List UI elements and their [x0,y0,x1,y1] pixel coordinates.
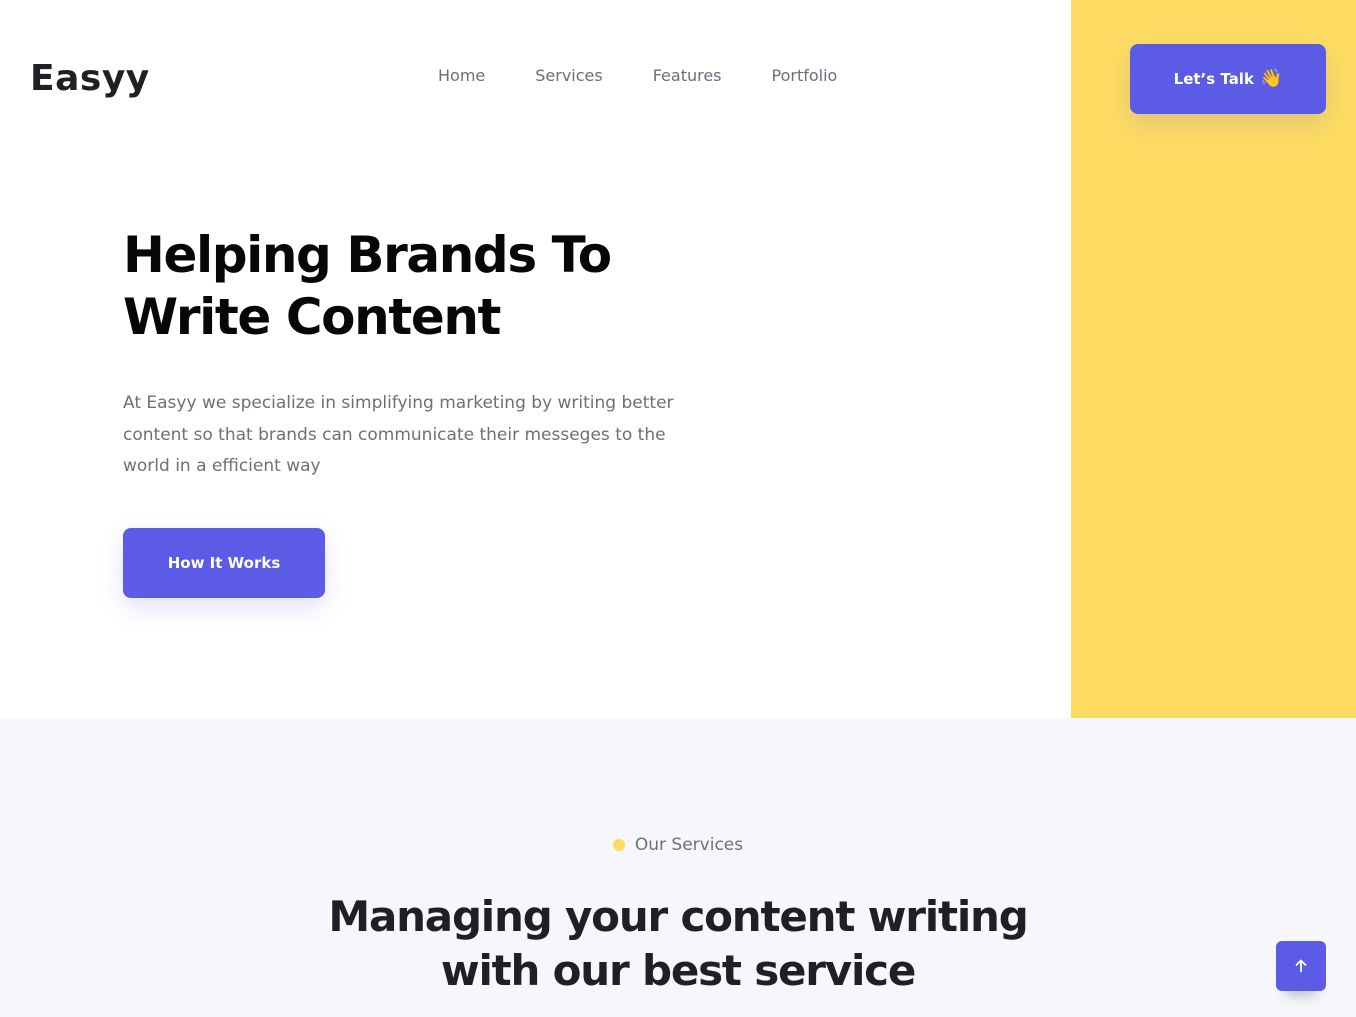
hero-title-line-1: Helping Brands To [123,226,612,284]
hero-title: Helping Brands To Write Content [123,224,743,348]
services-title-line-1: Managing your content writing [328,892,1028,941]
nav-home[interactable]: Home [438,66,485,85]
services-title-prefix: with our [440,946,630,995]
hero-description: At Easyy we specialize in simplifying ma… [123,393,674,476]
how-it-works-button[interactable]: How It Works [123,528,325,598]
services-title-highlight: best service [641,944,916,998]
waving-hand-icon: 👋 [1259,68,1283,89]
logo[interactable]: Easyy [30,58,150,99]
lets-talk-button[interactable]: Let’s Talk 👋 [1130,44,1326,114]
how-it-works-label: How It Works [167,554,281,572]
yellow-dot-icon [612,839,625,851]
arrow-up-icon [1295,959,1307,973]
lets-talk-label: Let’s Talk [1173,70,1254,88]
nav-features[interactable]: Features [653,66,722,85]
services-kicker: Our Services [0,835,1356,855]
nav-portfolio[interactable]: Portfolio [772,66,838,85]
services-kicker-label: Our Services [634,835,744,855]
nav-services[interactable]: Services [535,66,602,85]
hero-title-line-2: Write Content [123,288,501,346]
main-nav: Home Services Features Portfolio [438,66,837,85]
services-title: Managing your content writing with our b… [0,890,1356,998]
scroll-to-top-button[interactable] [1276,941,1326,991]
